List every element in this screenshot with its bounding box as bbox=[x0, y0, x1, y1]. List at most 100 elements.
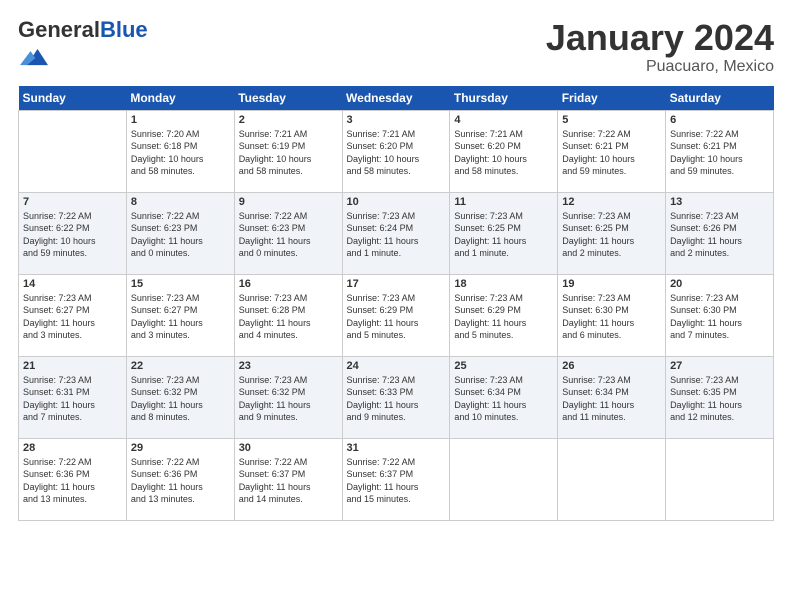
calendar-cell: 23Sunrise: 7:23 AM Sunset: 6:32 PM Dayli… bbox=[234, 356, 342, 438]
day-info: Sunrise: 7:23 AM Sunset: 6:31 PM Dayligh… bbox=[23, 374, 122, 424]
day-info: Sunrise: 7:21 AM Sunset: 6:20 PM Dayligh… bbox=[454, 128, 553, 178]
day-number: 12 bbox=[562, 196, 661, 208]
day-info: Sunrise: 7:23 AM Sunset: 6:35 PM Dayligh… bbox=[670, 374, 769, 424]
col-header-thursday: Thursday bbox=[450, 86, 558, 111]
day-number: 31 bbox=[347, 442, 446, 454]
week-row-1: 1Sunrise: 7:20 AM Sunset: 6:18 PM Daylig… bbox=[19, 110, 774, 192]
logo-blue: Blue bbox=[100, 17, 148, 42]
day-info: Sunrise: 7:23 AM Sunset: 6:29 PM Dayligh… bbox=[454, 292, 553, 342]
calendar-table: SundayMondayTuesdayWednesdayThursdayFrid… bbox=[18, 86, 774, 521]
calendar-cell: 24 Sunrise: 7:23 AM Sunset: 6:33 PM Dayli… bbox=[342, 356, 450, 438]
calendar-cell: 9Sunrise: 7:22 AM Sunset: 6:23 PM Daylig… bbox=[234, 192, 342, 274]
day-info: Sunrise: 7:22 AM Sunset: 6:23 PM Dayligh… bbox=[239, 210, 338, 260]
logo-icon bbox=[20, 42, 48, 70]
col-header-tuesday: Tuesday bbox=[234, 86, 342, 111]
day-info: Sunrise: 7:23 AM Sunset: 6:25 PM Dayligh… bbox=[562, 210, 661, 260]
calendar-cell: 11Sunrise: 7:23 AM Sunset: 6:25 PM Dayli… bbox=[450, 192, 558, 274]
day-info: Sunrise: 7:22 AM Sunset: 6:21 PM Dayligh… bbox=[670, 128, 769, 178]
day-info: Sunrise: 7:23 AM Sunset: 6:25 PM Dayligh… bbox=[454, 210, 553, 260]
calendar-cell: 25Sunrise: 7:23 AM Sunset: 6:34 PM Dayli… bbox=[450, 356, 558, 438]
day-info: Sunrise: 7:23 AM Sunset: 6:27 PM Dayligh… bbox=[23, 292, 122, 342]
calendar-cell: 20Sunrise: 7:23 AM Sunset: 6:30 PM Dayli… bbox=[666, 274, 774, 356]
day-number: 30 bbox=[239, 442, 338, 454]
day-number: 10 bbox=[347, 196, 446, 208]
calendar-cell: 5 Sunrise: 7:22 AM Sunset: 6:21 PM Daylig… bbox=[558, 110, 666, 192]
title-area: January 2024 Puacuaro, Mexico bbox=[546, 18, 774, 76]
day-info: Sunrise: 7:22 AM Sunset: 6:37 PM Dayligh… bbox=[239, 456, 338, 506]
calendar-cell: 12 Sunrise: 7:23 AM Sunset: 6:25 PM Dayli… bbox=[558, 192, 666, 274]
day-info: Sunrise: 7:23 AM Sunset: 6:30 PM Dayligh… bbox=[562, 292, 661, 342]
day-info: Sunrise: 7:22 AM Sunset: 6:22 PM Dayligh… bbox=[23, 210, 122, 260]
calendar-cell: 6 Sunrise: 7:22 AM Sunset: 6:21 PM Daylig… bbox=[666, 110, 774, 192]
day-number: 22 bbox=[131, 360, 230, 372]
day-info: Sunrise: 7:22 AM Sunset: 6:36 PM Dayligh… bbox=[23, 456, 122, 506]
day-number: 27 bbox=[670, 360, 769, 372]
day-number: 2 bbox=[239, 114, 338, 126]
calendar-cell: 14 Sunrise: 7:23 AM Sunset: 6:27 PM Dayli… bbox=[19, 274, 127, 356]
calendar-cell: 17Sunrise: 7:23 AM Sunset: 6:29 PM Dayli… bbox=[342, 274, 450, 356]
day-info: Sunrise: 7:22 AM Sunset: 6:23 PM Dayligh… bbox=[131, 210, 230, 260]
logo: GeneralBlue bbox=[18, 18, 148, 75]
day-info: Sunrise: 7:23 AM Sunset: 6:32 PM Dayligh… bbox=[239, 374, 338, 424]
calendar-cell: 26 Sunrise: 7:23 AM Sunset: 6:34 PM Dayli… bbox=[558, 356, 666, 438]
calendar-cell: 3 Sunrise: 7:21 AM Sunset: 6:20 PM Daylig… bbox=[342, 110, 450, 192]
calendar-cell: 31 Sunrise: 7:22 AM Sunset: 6:37 PM Dayli… bbox=[342, 438, 450, 520]
col-header-saturday: Saturday bbox=[666, 86, 774, 111]
calendar-cell bbox=[19, 110, 127, 192]
day-number: 17 bbox=[347, 278, 446, 290]
col-header-wednesday: Wednesday bbox=[342, 86, 450, 111]
calendar-cell: 7 Sunrise: 7:22 AM Sunset: 6:22 PM Daylig… bbox=[19, 192, 127, 274]
logo-general: General bbox=[18, 17, 100, 42]
calendar-cell: 18 Sunrise: 7:23 AM Sunset: 6:29 PM Dayli… bbox=[450, 274, 558, 356]
day-number: 7 bbox=[23, 196, 122, 208]
header: GeneralBlue January 2024 Puacuaro, Mexic… bbox=[18, 18, 774, 76]
calendar-cell: 4 Sunrise: 7:21 AM Sunset: 6:20 PM Daylig… bbox=[450, 110, 558, 192]
day-info: Sunrise: 7:22 AM Sunset: 6:36 PM Dayligh… bbox=[131, 456, 230, 506]
calendar-cell: 16Sunrise: 7:23 AM Sunset: 6:28 PM Dayli… bbox=[234, 274, 342, 356]
day-number: 24 bbox=[347, 360, 446, 372]
calendar-cell: 1Sunrise: 7:20 AM Sunset: 6:18 PM Daylig… bbox=[126, 110, 234, 192]
calendar-cell: 30 Sunrise: 7:22 AM Sunset: 6:37 PM Dayli… bbox=[234, 438, 342, 520]
day-number: 13 bbox=[670, 196, 769, 208]
calendar-header-row: SundayMondayTuesdayWednesdayThursdayFrid… bbox=[19, 86, 774, 111]
day-number: 14 bbox=[23, 278, 122, 290]
calendar-cell: 19 Sunrise: 7:23 AM Sunset: 6:30 PM Dayli… bbox=[558, 274, 666, 356]
day-number: 26 bbox=[562, 360, 661, 372]
day-number: 1 bbox=[131, 114, 230, 126]
day-info: Sunrise: 7:23 AM Sunset: 6:34 PM Dayligh… bbox=[562, 374, 661, 424]
calendar-cell: 28 Sunrise: 7:22 AM Sunset: 6:36 PM Dayli… bbox=[19, 438, 127, 520]
day-number: 19 bbox=[562, 278, 661, 290]
day-number: 20 bbox=[670, 278, 769, 290]
day-info: Sunrise: 7:22 AM Sunset: 6:21 PM Dayligh… bbox=[562, 128, 661, 178]
day-info: Sunrise: 7:23 AM Sunset: 6:24 PM Dayligh… bbox=[347, 210, 446, 260]
day-number: 15 bbox=[131, 278, 230, 290]
col-header-friday: Friday bbox=[558, 86, 666, 111]
day-info: Sunrise: 7:21 AM Sunset: 6:19 PM Dayligh… bbox=[239, 128, 338, 178]
day-info: Sunrise: 7:23 AM Sunset: 6:26 PM Dayligh… bbox=[670, 210, 769, 260]
calendar-cell: 21 Sunrise: 7:23 AM Sunset: 6:31 PM Dayli… bbox=[19, 356, 127, 438]
col-header-monday: Monday bbox=[126, 86, 234, 111]
day-number: 21 bbox=[23, 360, 122, 372]
logo-text: GeneralBlue bbox=[18, 18, 148, 42]
day-number: 5 bbox=[562, 114, 661, 126]
day-number: 28 bbox=[23, 442, 122, 454]
calendar-cell: 2 Sunrise: 7:21 AM Sunset: 6:19 PM Daylig… bbox=[234, 110, 342, 192]
calendar-cell: 27 Sunrise: 7:23 AM Sunset: 6:35 PM Dayli… bbox=[666, 356, 774, 438]
week-row-4: 21 Sunrise: 7:23 AM Sunset: 6:31 PM Dayli… bbox=[19, 356, 774, 438]
page-container: GeneralBlue January 2024 Puacuaro, Mexic… bbox=[0, 0, 792, 531]
week-row-5: 28 Sunrise: 7:22 AM Sunset: 6:36 PM Dayli… bbox=[19, 438, 774, 520]
day-number: 4 bbox=[454, 114, 553, 126]
day-info: Sunrise: 7:21 AM Sunset: 6:20 PM Dayligh… bbox=[347, 128, 446, 178]
calendar-cell: 15Sunrise: 7:23 AM Sunset: 6:27 PM Dayli… bbox=[126, 274, 234, 356]
calendar-cell: 8Sunrise: 7:22 AM Sunset: 6:23 PM Daylig… bbox=[126, 192, 234, 274]
day-number: 3 bbox=[347, 114, 446, 126]
day-number: 29 bbox=[131, 442, 230, 454]
day-info: Sunrise: 7:22 AM Sunset: 6:37 PM Dayligh… bbox=[347, 456, 446, 506]
calendar-cell bbox=[666, 438, 774, 520]
calendar-cell bbox=[450, 438, 558, 520]
day-number: 6 bbox=[670, 114, 769, 126]
calendar-cell bbox=[558, 438, 666, 520]
day-info: Sunrise: 7:23 AM Sunset: 6:33 PM Dayligh… bbox=[347, 374, 446, 424]
calendar-cell: 10 Sunrise: 7:23 AM Sunset: 6:24 PM Dayli… bbox=[342, 192, 450, 274]
day-number: 18 bbox=[454, 278, 553, 290]
